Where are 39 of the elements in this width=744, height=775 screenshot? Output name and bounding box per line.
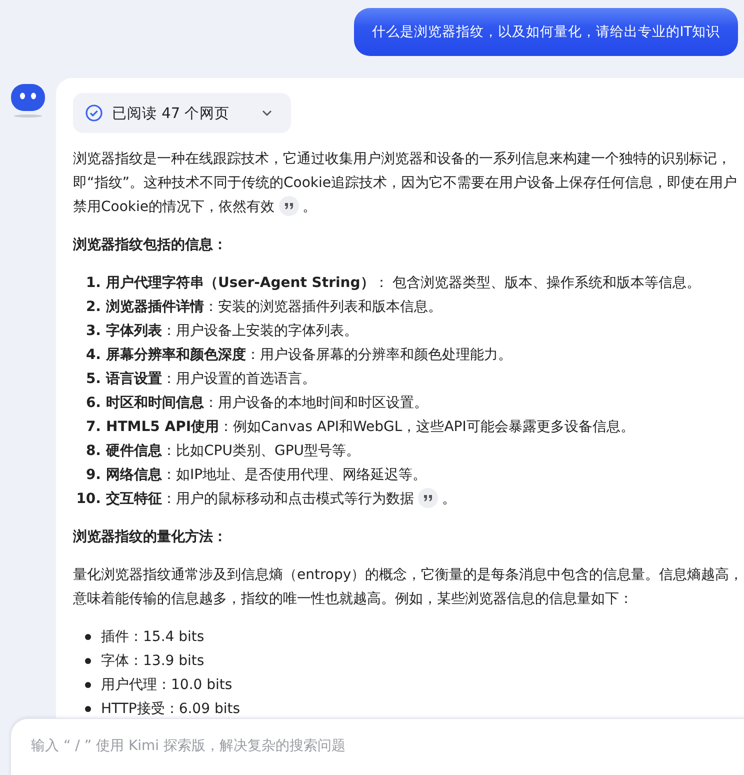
bullet-dot: [85, 658, 91, 664]
sources-button[interactable]: 已阅读 47 个网页: [73, 93, 291, 133]
list-number: 5.: [84, 370, 102, 389]
list-number: 6.: [84, 394, 102, 413]
bot-avatar-icon: [10, 82, 46, 118]
list-item-text: 网络信息：如IP地址、是否使用代理、网络延迟等。: [106, 466, 427, 485]
user-message: 什么是浏览器指纹，以及如何量化，请给出专业的IT知识: [354, 8, 738, 56]
list-item-text: 硬件信息：比如CPU类别、GPU型号等。: [106, 442, 360, 461]
bullet-dot: [85, 682, 91, 688]
list-number: 8.: [84, 442, 102, 461]
list-number: 4.: [84, 346, 102, 365]
list-item-text: 浏览器插件详情：安装的浏览器插件列表和版本信息。: [106, 298, 442, 317]
citation-icon[interactable]: [418, 488, 438, 508]
list-item-text: 语言设置：用户设置的首选语言。: [106, 370, 316, 389]
list-item-text: 时区和时间信息：用户设备的本地时间和时区设置。: [106, 394, 428, 413]
list-number: 3.: [84, 322, 102, 341]
bullet-dot: [85, 634, 91, 640]
list-item-text: HTTP接受：6.09 bits: [101, 700, 240, 719]
list-item-text: 屏幕分辨率和颜色深度：用户设备屏幕的分辨率和颜色处理能力。: [106, 346, 512, 365]
list-item-text: HTML5 API使用：例如Canvas API和WebGL，这些API可能会暴露更多设备信息。: [106, 418, 634, 437]
answer-paragraph: 浏览器指纹是一种在线跟踪技术，它通过收集用户浏览器和设备的一系列信息来构建一个独特的识别标记，即“指纹”。这种技术不同于传统的Cookie追踪技术，因为它不需要在用户设备上保存任何信息，即使在用户禁用Cookie的情况下，依然有效 。: [73, 150, 738, 218]
list-number: 10.: [75, 490, 102, 509]
list-item-text: 字体：13.9 bits: [101, 652, 204, 671]
section-heading: 浏览器指纹的量化方法：: [73, 528, 228, 547]
list-item-text: 字体列表：用户设备上安装的字体列表。: [106, 322, 358, 341]
list-item-text: 用户代理字符串（User-Agent String）： 包含浏览器类型、版本、操作系统和版本等信息。: [106, 274, 701, 293]
list-item-text: 交互特征：用户的鼠标移动和点击模式等行为数据 。: [106, 487, 456, 511]
bullet-dot: [85, 706, 91, 712]
list-item-text: 用户代理：10.0 bits: [101, 676, 232, 695]
citation-icon[interactable]: [278, 196, 299, 216]
answer-paragraph: 量化浏览器指纹通常涉及到信息熵（entropy）的概念，它衡量的是每条消息中包含的信息量。信息熵越高，意味着能传输的信息越多，指纹的唯一性也就越高。例如，某些浏览器信息的信息量如下：: [73, 566, 744, 609]
list-number: 7.: [84, 418, 102, 437]
list-number: 2.: [84, 298, 102, 317]
chat-input[interactable]: 输入 “ / ” 使用 Kimi 探索版，解决复杂的搜索问题: [29, 737, 633, 755]
check-circle-icon: [85, 104, 103, 122]
list-number: 9.: [84, 466, 102, 485]
section-heading: 浏览器指纹包括的信息：: [73, 236, 228, 255]
list-number: 1.: [84, 274, 102, 293]
list-item-text: 插件：15.4 bits: [101, 628, 204, 647]
